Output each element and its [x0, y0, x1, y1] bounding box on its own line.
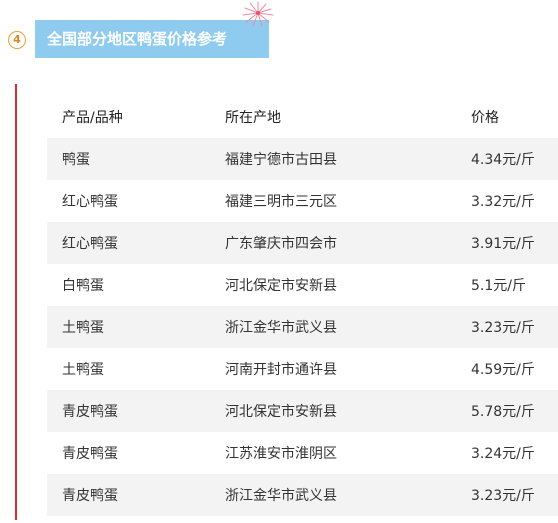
table-row: 青皮鸭蛋 江苏淮安市淮阴区 3.24元/斤	[47, 432, 558, 474]
table-row: 青皮鸭蛋 浙江金华市武义县 3.23元/斤	[47, 474, 558, 516]
accent-line	[15, 84, 17, 520]
cell-product: 土鸭蛋	[62, 320, 104, 336]
table-row: 红心鸭蛋 广东肇庆市四会市 3.91元/斤	[47, 222, 558, 264]
cell-price: 5.78元/斤	[471, 404, 535, 420]
cell-origin: 江苏淮安市淮阴区	[225, 446, 337, 462]
cell-origin: 浙江金华市武义县	[225, 488, 337, 504]
table-row: 土鸭蛋 河南开封市通许县 4.59元/斤	[47, 348, 558, 390]
column-header-origin: 所在产地	[225, 110, 281, 126]
cell-price: 3.23元/斤	[471, 488, 535, 504]
cell-price: 3.24元/斤	[471, 446, 535, 462]
cell-product: 红心鸭蛋	[62, 194, 118, 210]
section-number-badge: 4	[8, 31, 26, 49]
cell-origin: 河北保定市安新县	[225, 278, 337, 294]
cell-price: 4.59元/斤	[471, 362, 535, 378]
table-row: 青皮鸭蛋 河北保定市安新县 5.78元/斤	[47, 390, 558, 432]
column-header-product: 产品/品种	[62, 110, 123, 126]
cell-product: 青皮鸭蛋	[62, 404, 118, 420]
cell-origin: 福建三明市三元区	[225, 194, 337, 210]
cell-product: 红心鸭蛋	[62, 236, 118, 252]
table-row: 红心鸭蛋 福建三明市三元区 3.32元/斤	[47, 180, 558, 222]
cell-origin: 浙江金华市武义县	[225, 320, 337, 336]
cell-price: 3.23元/斤	[471, 320, 535, 336]
cell-product: 土鸭蛋	[62, 362, 104, 378]
cell-origin: 广东肇庆市四会市	[225, 236, 337, 252]
cell-product: 青皮鸭蛋	[62, 446, 118, 462]
section-title: 全国部分地区鸭蛋价格参考	[35, 20, 269, 58]
cell-price: 3.32元/斤	[471, 194, 535, 210]
page: 4 全国部分地区鸭蛋价格参考 产品/品种 所在产地 价格 鸭蛋 福建宁德市古田县…	[0, 0, 558, 523]
cell-price: 3.91元/斤	[471, 236, 535, 252]
column-header-price: 价格	[471, 110, 499, 126]
cell-product: 青皮鸭蛋	[62, 488, 118, 504]
cell-product: 鸭蛋	[62, 152, 90, 168]
table-row: 鸭蛋 福建宁德市古田县 4.34元/斤	[47, 138, 558, 180]
cell-price: 5.1元/斤	[471, 278, 526, 294]
firework-decoration-icon	[242, 1, 274, 27]
cell-product: 白鸭蛋	[62, 278, 104, 294]
table-header-row: 产品/品种 所在产地 价格	[47, 96, 558, 138]
cell-origin: 福建宁德市古田县	[225, 152, 337, 168]
cell-price: 4.34元/斤	[471, 152, 535, 168]
table-row: 土鸭蛋 浙江金华市武义县 3.23元/斤	[47, 306, 558, 348]
cell-origin: 河北保定市安新县	[225, 404, 337, 420]
price-table: 产品/品种 所在产地 价格 鸭蛋 福建宁德市古田县 4.34元/斤 红心鸭蛋 福…	[47, 96, 558, 516]
table-row: 白鸭蛋 河北保定市安新县 5.1元/斤	[47, 264, 558, 306]
cell-origin: 河南开封市通许县	[225, 362, 337, 378]
